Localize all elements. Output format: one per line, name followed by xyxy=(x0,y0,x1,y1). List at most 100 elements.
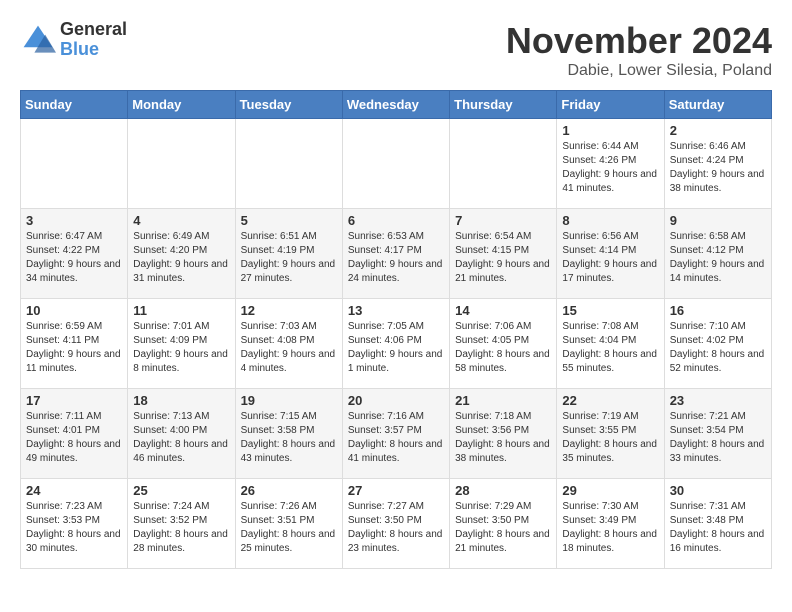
day-info: Sunrise: 6:51 AM Sunset: 4:19 PM Dayligh… xyxy=(241,230,337,286)
day-number: 16 xyxy=(670,303,766,318)
day-number: 5 xyxy=(241,213,337,228)
logo-icon xyxy=(20,22,56,58)
day-info: Sunrise: 7:08 AM Sunset: 4:04 PM Dayligh… xyxy=(562,320,658,376)
logo: General Blue xyxy=(20,20,127,60)
day-info: Sunrise: 7:03 AM Sunset: 4:08 PM Dayligh… xyxy=(241,320,337,376)
day-info: Sunrise: 7:18 AM Sunset: 3:56 PM Dayligh… xyxy=(455,410,551,466)
day-number: 24 xyxy=(26,483,122,498)
logo-text: General Blue xyxy=(60,20,127,60)
calendar-cell: 21 Sunrise: 7:18 AM Sunset: 3:56 PM Dayli… xyxy=(450,389,557,479)
calendar-cell: 19 Sunrise: 7:15 AM Sunset: 3:58 PM Dayli… xyxy=(235,389,342,479)
day-number: 12 xyxy=(241,303,337,318)
calendar-cell: 5 Sunrise: 6:51 AM Sunset: 4:19 PM Daylig… xyxy=(235,209,342,299)
calendar-cell xyxy=(235,119,342,209)
day-number: 9 xyxy=(670,213,766,228)
day-info: Sunrise: 7:29 AM Sunset: 3:50 PM Dayligh… xyxy=(455,500,551,556)
week-row-2: 3Sunrise: 6:47 AM Sunset: 4:22 PM Daylig… xyxy=(21,209,772,299)
day-number: 30 xyxy=(670,483,766,498)
day-info: Sunrise: 7:31 AM Sunset: 3:48 PM Dayligh… xyxy=(670,500,766,556)
calendar-cell: 28 Sunrise: 7:29 AM Sunset: 3:50 PM Dayli… xyxy=(450,479,557,569)
day-number: 6 xyxy=(348,213,444,228)
day-number: 26 xyxy=(241,483,337,498)
day-number: 29 xyxy=(562,483,658,498)
calendar-cell: 12 Sunrise: 7:03 AM Sunset: 4:08 PM Dayli… xyxy=(235,299,342,389)
calendar-cell: 20 Sunrise: 7:16 AM Sunset: 3:57 PM Dayli… xyxy=(342,389,449,479)
calendar-cell: 30 Sunrise: 7:31 AM Sunset: 3:48 PM Dayli… xyxy=(664,479,771,569)
calendar-cell xyxy=(21,119,128,209)
calendar-cell xyxy=(128,119,235,209)
day-info: Sunrise: 6:49 AM Sunset: 4:20 PM Dayligh… xyxy=(133,230,229,286)
weekday-header-monday: Monday xyxy=(128,91,235,119)
calendar-cell: 8 Sunrise: 6:56 AM Sunset: 4:14 PM Daylig… xyxy=(557,209,664,299)
week-row-4: 17Sunrise: 7:11 AM Sunset: 4:01 PM Dayli… xyxy=(21,389,772,479)
weekday-header-saturday: Saturday xyxy=(664,91,771,119)
day-info: Sunrise: 6:46 AM Sunset: 4:24 PM Dayligh… xyxy=(670,140,766,196)
calendar-cell: 25Sunrise: 7:24 AM Sunset: 3:52 PM Dayli… xyxy=(128,479,235,569)
day-info: Sunrise: 7:05 AM Sunset: 4:06 PM Dayligh… xyxy=(348,320,444,376)
calendar-cell: 23Sunrise: 7:21 AM Sunset: 3:54 PM Dayli… xyxy=(664,389,771,479)
day-number: 27 xyxy=(348,483,444,498)
day-number: 18 xyxy=(133,393,229,408)
day-info: Sunrise: 7:27 AM Sunset: 3:50 PM Dayligh… xyxy=(348,500,444,556)
day-info: Sunrise: 7:01 AM Sunset: 4:09 PM Dayligh… xyxy=(133,320,229,376)
calendar-cell: 10Sunrise: 6:59 AM Sunset: 4:11 PM Dayli… xyxy=(21,299,128,389)
day-number: 28 xyxy=(455,483,551,498)
location: Dabie, Lower Silesia, Poland xyxy=(506,62,772,80)
day-number: 4 xyxy=(133,213,229,228)
calendar: SundayMondayTuesdayWednesdayThursdayFrid… xyxy=(20,90,772,569)
calendar-cell xyxy=(342,119,449,209)
calendar-cell: 1 Sunrise: 6:44 AM Sunset: 4:26 PM Daylig… xyxy=(557,119,664,209)
day-info: Sunrise: 7:23 AM Sunset: 3:53 PM Dayligh… xyxy=(26,500,122,556)
calendar-cell: 7 Sunrise: 6:54 AM Sunset: 4:15 PM Daylig… xyxy=(450,209,557,299)
day-info: Sunrise: 6:54 AM Sunset: 4:15 PM Dayligh… xyxy=(455,230,551,286)
logo-blue: Blue xyxy=(60,40,127,60)
logo-general: General xyxy=(60,20,127,40)
calendar-cell: 16 Sunrise: 7:10 AM Sunset: 4:02 PM Dayli… xyxy=(664,299,771,389)
week-row-1: 1 Sunrise: 6:44 AM Sunset: 4:26 PM Daylig… xyxy=(21,119,772,209)
calendar-cell: 3Sunrise: 6:47 AM Sunset: 4:22 PM Daylig… xyxy=(21,209,128,299)
weekday-header-thursday: Thursday xyxy=(450,91,557,119)
day-number: 15 xyxy=(562,303,658,318)
day-info: Sunrise: 7:10 AM Sunset: 4:02 PM Dayligh… xyxy=(670,320,766,376)
day-number: 19 xyxy=(241,393,337,408)
day-number: 10 xyxy=(26,303,122,318)
day-number: 3 xyxy=(26,213,122,228)
calendar-cell: 26 Sunrise: 7:26 AM Sunset: 3:51 PM Dayli… xyxy=(235,479,342,569)
day-info: Sunrise: 7:15 AM Sunset: 3:58 PM Dayligh… xyxy=(241,410,337,466)
month-title: November 2024 xyxy=(506,20,772,62)
day-info: Sunrise: 7:19 AM Sunset: 3:55 PM Dayligh… xyxy=(562,410,658,466)
day-number: 7 xyxy=(455,213,551,228)
weekday-header-sunday: Sunday xyxy=(21,91,128,119)
weekday-header-wednesday: Wednesday xyxy=(342,91,449,119)
title-block: November 2024 Dabie, Lower Silesia, Pola… xyxy=(506,20,772,80)
day-number: 17 xyxy=(26,393,122,408)
day-info: Sunrise: 6:58 AM Sunset: 4:12 PM Dayligh… xyxy=(670,230,766,286)
calendar-cell: 11Sunrise: 7:01 AM Sunset: 4:09 PM Dayli… xyxy=(128,299,235,389)
day-info: Sunrise: 6:44 AM Sunset: 4:26 PM Dayligh… xyxy=(562,140,658,196)
day-number: 1 xyxy=(562,123,658,138)
calendar-cell: 9 Sunrise: 6:58 AM Sunset: 4:12 PM Daylig… xyxy=(664,209,771,299)
calendar-cell: 24 Sunrise: 7:23 AM Sunset: 3:53 PM Dayli… xyxy=(21,479,128,569)
calendar-cell: 22 Sunrise: 7:19 AM Sunset: 3:55 PM Dayli… xyxy=(557,389,664,479)
calendar-cell: 4 Sunrise: 6:49 AM Sunset: 4:20 PM Daylig… xyxy=(128,209,235,299)
calendar-cell: 2 Sunrise: 6:46 AM Sunset: 4:24 PM Daylig… xyxy=(664,119,771,209)
day-number: 2 xyxy=(670,123,766,138)
calendar-cell: 17Sunrise: 7:11 AM Sunset: 4:01 PM Dayli… xyxy=(21,389,128,479)
calendar-cell: 27 Sunrise: 7:27 AM Sunset: 3:50 PM Dayli… xyxy=(342,479,449,569)
day-info: Sunrise: 7:24 AM Sunset: 3:52 PM Dayligh… xyxy=(133,500,229,556)
day-number: 23 xyxy=(670,393,766,408)
day-number: 21 xyxy=(455,393,551,408)
day-number: 20 xyxy=(348,393,444,408)
day-number: 13 xyxy=(348,303,444,318)
day-number: 8 xyxy=(562,213,658,228)
day-info: Sunrise: 7:16 AM Sunset: 3:57 PM Dayligh… xyxy=(348,410,444,466)
day-info: Sunrise: 7:30 AM Sunset: 3:49 PM Dayligh… xyxy=(562,500,658,556)
day-info: Sunrise: 6:53 AM Sunset: 4:17 PM Dayligh… xyxy=(348,230,444,286)
day-number: 22 xyxy=(562,393,658,408)
day-info: Sunrise: 7:26 AM Sunset: 3:51 PM Dayligh… xyxy=(241,500,337,556)
day-info: Sunrise: 6:56 AM Sunset: 4:14 PM Dayligh… xyxy=(562,230,658,286)
day-number: 14 xyxy=(455,303,551,318)
day-info: Sunrise: 7:06 AM Sunset: 4:05 PM Dayligh… xyxy=(455,320,551,376)
weekday-header-tuesday: Tuesday xyxy=(235,91,342,119)
calendar-cell: 18Sunrise: 7:13 AM Sunset: 4:00 PM Dayli… xyxy=(128,389,235,479)
